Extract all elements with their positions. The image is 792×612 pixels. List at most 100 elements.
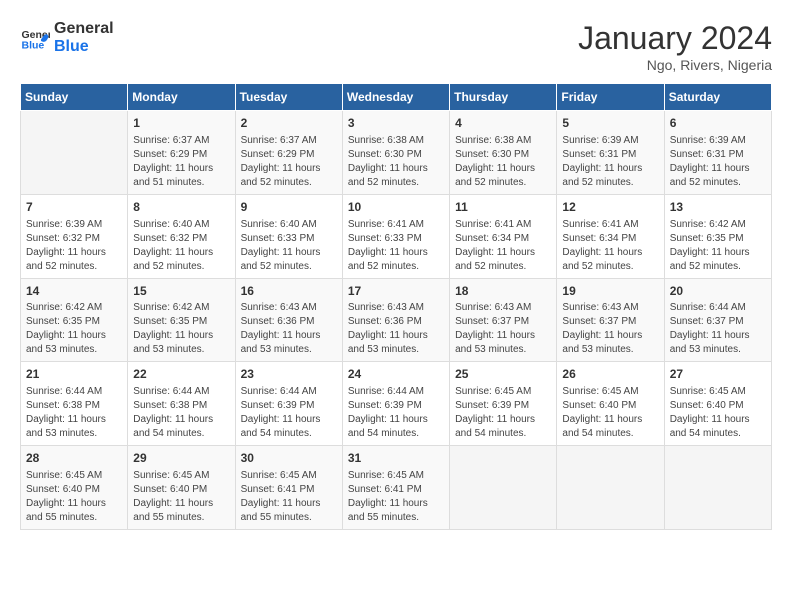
day-header-sunday: Sunday bbox=[21, 84, 128, 111]
day-info: Sunrise: 6:44 AMSunset: 6:39 PMDaylight:… bbox=[348, 385, 444, 441]
day-info: Sunrise: 6:37 AMSunset: 6:29 PMDaylight:… bbox=[133, 134, 229, 190]
day-number: 16 bbox=[241, 283, 337, 300]
calendar-cell: 27Sunrise: 6:45 AMSunset: 6:40 PMDayligh… bbox=[664, 362, 771, 446]
day-number: 3 bbox=[348, 115, 444, 132]
day-info: Sunrise: 6:39 AMSunset: 6:31 PMDaylight:… bbox=[670, 134, 766, 190]
day-info: Sunrise: 6:38 AMSunset: 6:30 PMDaylight:… bbox=[455, 134, 551, 190]
calendar-cell: 17Sunrise: 6:43 AMSunset: 6:36 PMDayligh… bbox=[342, 278, 449, 362]
day-info: Sunrise: 6:44 AMSunset: 6:38 PMDaylight:… bbox=[26, 385, 122, 441]
day-info: Sunrise: 6:40 AMSunset: 6:32 PMDaylight:… bbox=[133, 218, 229, 274]
day-info: Sunrise: 6:45 AMSunset: 6:40 PMDaylight:… bbox=[26, 469, 122, 525]
day-header-friday: Friday bbox=[557, 84, 664, 111]
day-number: 6 bbox=[670, 115, 766, 132]
svg-text:Blue: Blue bbox=[22, 39, 45, 51]
calendar-cell bbox=[664, 446, 771, 530]
day-number: 14 bbox=[26, 283, 122, 300]
day-info: Sunrise: 6:44 AMSunset: 6:39 PMDaylight:… bbox=[241, 385, 337, 441]
day-number: 31 bbox=[348, 450, 444, 467]
calendar-cell: 11 Sunrise: 6:41 AMSunset: 6:34 PMDayligh… bbox=[450, 194, 557, 278]
calendar-cell bbox=[450, 446, 557, 530]
week-row-3: 14 Sunrise: 6:42 AMSunset: 6:35 PMDayligh… bbox=[21, 278, 772, 362]
header-row: SundayMondayTuesdayWednesdayThursdayFrid… bbox=[21, 84, 772, 111]
day-number: 12 bbox=[562, 199, 658, 216]
calendar-cell: 2Sunrise: 6:37 AMSunset: 6:29 PMDaylight… bbox=[235, 111, 342, 195]
calendar-cell: 23 Sunrise: 6:44 AMSunset: 6:39 PMDayligh… bbox=[235, 362, 342, 446]
calendar-cell: 1 Sunrise: 6:37 AMSunset: 6:29 PMDaylight… bbox=[128, 111, 235, 195]
day-info: Sunrise: 6:38 AMSunset: 6:30 PMDaylight:… bbox=[348, 134, 444, 190]
day-number: 22 bbox=[133, 366, 229, 383]
calendar-cell: 30Sunrise: 6:45 AMSunset: 6:41 PMDayligh… bbox=[235, 446, 342, 530]
day-number: 8 bbox=[133, 199, 229, 216]
day-number: 29 bbox=[133, 450, 229, 467]
calendar-cell: 31 Sunrise: 6:45 AMSunset: 6:41 PMDayligh… bbox=[342, 446, 449, 530]
calendar-cell: 8 Sunrise: 6:40 AMSunset: 6:32 PMDaylight… bbox=[128, 194, 235, 278]
calendar-cell: 18Sunrise: 6:43 AMSunset: 6:37 PMDayligh… bbox=[450, 278, 557, 362]
day-number: 17 bbox=[348, 283, 444, 300]
calendar-cell: 6 Sunrise: 6:39 AMSunset: 6:31 PMDaylight… bbox=[664, 111, 771, 195]
day-info: Sunrise: 6:45 AMSunset: 6:40 PMDaylight:… bbox=[133, 469, 229, 525]
day-header-thursday: Thursday bbox=[450, 84, 557, 111]
calendar-cell: 19Sunrise: 6:43 AMSunset: 6:37 PMDayligh… bbox=[557, 278, 664, 362]
day-number: 20 bbox=[670, 283, 766, 300]
calendar-table: SundayMondayTuesdayWednesdayThursdayFrid… bbox=[20, 83, 772, 530]
day-info: Sunrise: 6:43 AMSunset: 6:36 PMDaylight:… bbox=[241, 301, 337, 357]
calendar-cell: 3 Sunrise: 6:38 AMSunset: 6:30 PMDaylight… bbox=[342, 111, 449, 195]
month-title: January 2024 bbox=[578, 20, 772, 57]
day-info: Sunrise: 6:39 AMSunset: 6:31 PMDaylight:… bbox=[562, 134, 658, 190]
day-number: 23 bbox=[241, 366, 337, 383]
calendar-cell: 24 Sunrise: 6:44 AMSunset: 6:39 PMDayligh… bbox=[342, 362, 449, 446]
day-info: Sunrise: 6:42 AMSunset: 6:35 PMDaylight:… bbox=[133, 301, 229, 357]
day-number: 24 bbox=[348, 366, 444, 383]
day-info: Sunrise: 6:41 AMSunset: 6:34 PMDaylight:… bbox=[562, 218, 658, 274]
day-number: 9 bbox=[241, 199, 337, 216]
calendar-cell: 14Sunrise: 6:42 AMSunset: 6:35 PMDayligh… bbox=[21, 278, 128, 362]
day-number: 25 bbox=[455, 366, 551, 383]
day-number: 28 bbox=[26, 450, 122, 467]
calendar-cell: 10Sunrise: 6:41 AMSunset: 6:33 PMDayligh… bbox=[342, 194, 449, 278]
calendar-cell: 29 Sunrise: 6:45 AMSunset: 6:40 PMDayligh… bbox=[128, 446, 235, 530]
day-info: Sunrise: 6:45 AMSunset: 6:41 PMDaylight:… bbox=[348, 469, 444, 525]
day-info: Sunrise: 6:45 AMSunset: 6:40 PMDaylight:… bbox=[562, 385, 658, 441]
day-info: Sunrise: 6:43 AMSunset: 6:37 PMDaylight:… bbox=[455, 301, 551, 357]
week-row-2: 7 Sunrise: 6:39 AMSunset: 6:32 PMDaylight… bbox=[21, 194, 772, 278]
day-number: 27 bbox=[670, 366, 766, 383]
day-header-tuesday: Tuesday bbox=[235, 84, 342, 111]
day-header-monday: Monday bbox=[128, 84, 235, 111]
day-info: Sunrise: 6:44 AMSunset: 6:38 PMDaylight:… bbox=[133, 385, 229, 441]
day-number: 21 bbox=[26, 366, 122, 383]
day-number: 7 bbox=[26, 199, 122, 216]
day-info: Sunrise: 6:40 AMSunset: 6:33 PMDaylight:… bbox=[241, 218, 337, 274]
day-header-saturday: Saturday bbox=[664, 84, 771, 111]
calendar-cell: 25 Sunrise: 6:45 AMSunset: 6:39 PMDayligh… bbox=[450, 362, 557, 446]
week-row-5: 28 Sunrise: 6:45 AMSunset: 6:40 PMDayligh… bbox=[21, 446, 772, 530]
day-number: 10 bbox=[348, 199, 444, 216]
day-number: 26 bbox=[562, 366, 658, 383]
day-info: Sunrise: 6:45 AMSunset: 6:39 PMDaylight:… bbox=[455, 385, 551, 441]
calendar-cell: 9 Sunrise: 6:40 AMSunset: 6:33 PMDaylight… bbox=[235, 194, 342, 278]
calendar-cell: 26 Sunrise: 6:45 AMSunset: 6:40 PMDayligh… bbox=[557, 362, 664, 446]
calendar-cell: 12 Sunrise: 6:41 AMSunset: 6:34 PMDayligh… bbox=[557, 194, 664, 278]
calendar-cell: 21 Sunrise: 6:44 AMSunset: 6:38 PMDayligh… bbox=[21, 362, 128, 446]
day-info: Sunrise: 6:41 AMSunset: 6:34 PMDaylight:… bbox=[455, 218, 551, 274]
calendar-cell: 20Sunrise: 6:44 AMSunset: 6:37 PMDayligh… bbox=[664, 278, 771, 362]
day-number: 13 bbox=[670, 199, 766, 216]
day-number: 18 bbox=[455, 283, 551, 300]
day-info: Sunrise: 6:42 AMSunset: 6:35 PMDaylight:… bbox=[670, 218, 766, 274]
calendar-cell: 7 Sunrise: 6:39 AMSunset: 6:32 PMDaylight… bbox=[21, 194, 128, 278]
day-number: 5 bbox=[562, 115, 658, 132]
day-number: 11 bbox=[455, 199, 551, 216]
day-info: Sunrise: 6:43 AMSunset: 6:36 PMDaylight:… bbox=[348, 301, 444, 357]
logo-line2: Blue bbox=[54, 38, 114, 56]
logo: General Blue General Blue bbox=[20, 20, 114, 55]
logo-line1: General bbox=[54, 20, 114, 38]
day-info: Sunrise: 6:37 AMSunset: 6:29 PMDaylight:… bbox=[241, 134, 337, 190]
day-header-wednesday: Wednesday bbox=[342, 84, 449, 111]
day-number: 15 bbox=[133, 283, 229, 300]
day-number: 4 bbox=[455, 115, 551, 132]
calendar-cell: 28 Sunrise: 6:45 AMSunset: 6:40 PMDayligh… bbox=[21, 446, 128, 530]
day-number: 1 bbox=[133, 115, 229, 132]
calendar-cell bbox=[21, 111, 128, 195]
logo-icon: General Blue bbox=[20, 23, 50, 53]
calendar-cell: 13 Sunrise: 6:42 AMSunset: 6:35 PMDayligh… bbox=[664, 194, 771, 278]
day-info: Sunrise: 6:39 AMSunset: 6:32 PMDaylight:… bbox=[26, 218, 122, 274]
